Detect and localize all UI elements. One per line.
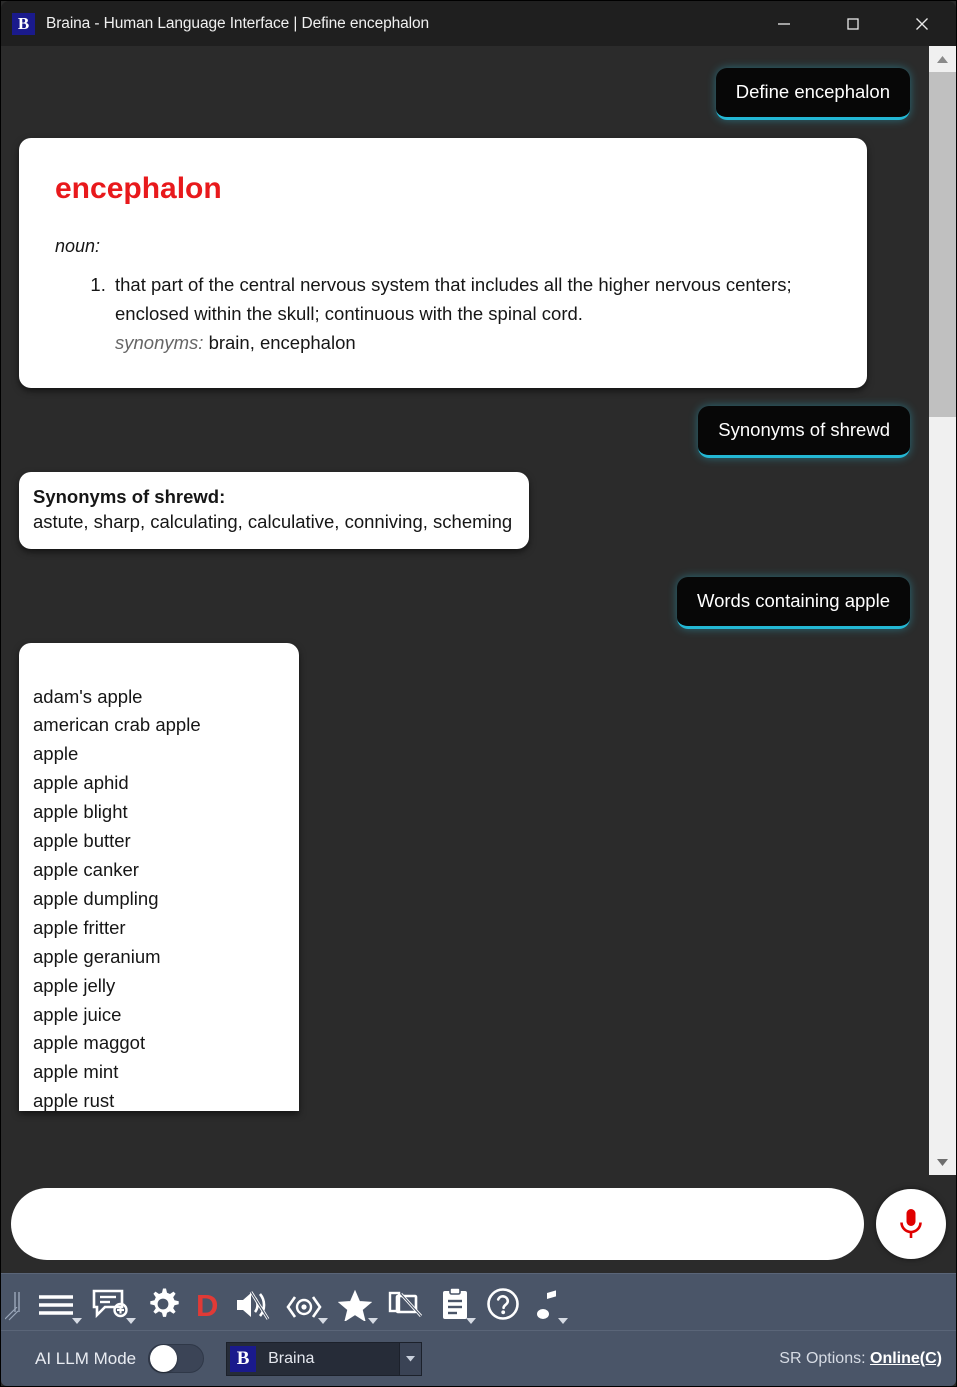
clipboard-icon[interactable]: [432, 1274, 478, 1331]
word-list-item: apple aphid: [33, 772, 129, 794]
llm-mode-toggle[interactable]: [148, 1344, 205, 1373]
user-message-bubble: Synonyms of shrewd: [698, 405, 910, 458]
star-icon[interactable]: [330, 1274, 380, 1331]
model-name-label: Braina: [268, 1349, 315, 1367]
chat-area: Define encephalon encephalon noun: that …: [1, 46, 956, 1175]
message-row-assistant: Synonyms of shrewd: astute, sharp, calcu…: [19, 471, 910, 549]
word-list-item: apple dumpling: [33, 887, 159, 909]
word-list-item: apple canker: [33, 859, 139, 881]
sr-options: SR Options: Online(C): [779, 1350, 942, 1368]
chevron-down-icon[interactable]: [126, 1317, 136, 1325]
synonyms-card-body: astute, sharp, calculating, calculative,…: [33, 510, 513, 532]
synonyms-label: synonyms:: [115, 331, 204, 353]
synonyms-card: Synonyms of shrewd: astute, sharp, calcu…: [19, 471, 530, 549]
chevron-down-icon[interactable]: [72, 1317, 82, 1325]
watch-icon[interactable]: [278, 1274, 330, 1331]
menu-icon[interactable]: [28, 1274, 84, 1331]
definition-list: that part of the central nervous system …: [111, 271, 831, 358]
new-chat-icon[interactable]: [84, 1274, 138, 1331]
chevron-down-icon[interactable]: [368, 1317, 379, 1325]
word-list-item: apple geranium: [33, 945, 161, 967]
word-list-item: american crab apple: [33, 714, 201, 736]
braina-logo-icon: B: [230, 1345, 257, 1372]
minimize-button[interactable]: [749, 1, 818, 46]
chevron-down-icon[interactable]: [466, 1317, 477, 1325]
word-list-item: apple mint: [33, 1061, 119, 1083]
message-row-user: Words containing apple: [19, 576, 910, 629]
word-list-item: apple butter: [33, 830, 131, 852]
scrollbar-up-arrow-icon[interactable]: [929, 46, 957, 72]
synonyms-value: brain, encephalon: [208, 331, 356, 353]
part-of-speech: noun:: [55, 236, 101, 256]
scrollbar-thumb[interactable]: [928, 72, 956, 417]
app-window: B Braina - Human Language Interface | De…: [0, 0, 957, 1387]
title-bar: B Braina - Human Language Interface | De…: [1, 1, 956, 46]
chevron-down-icon[interactable]: [399, 1342, 422, 1375]
status-bar: AI LLM Mode B Braina SR Options: Online(…: [1, 1306, 956, 1386]
close-button[interactable]: [887, 1, 956, 46]
message-row-assistant: adam's apple american crab apple apple appl…: [19, 642, 910, 1111]
message-row-user: Define encephalon: [19, 68, 910, 120]
word-list-item: apple fritter: [33, 916, 126, 938]
microphone-button[interactable]: [876, 1189, 946, 1259]
resize-grip-icon[interactable]: [4, 1306, 19, 1326]
chevron-down-icon[interactable]: [318, 1317, 329, 1325]
user-message-bubble: Define encephalon: [715, 68, 910, 120]
definition-headword: encephalon: [55, 172, 222, 205]
word-list-item: apple juice: [33, 1003, 122, 1025]
word-list: adam's apple american crab apple apple appl…: [33, 683, 299, 1111]
sr-options-link[interactable]: Online(C): [870, 1350, 942, 1367]
scrollbar-track[interactable]: [928, 72, 956, 1149]
help-icon[interactable]: [478, 1274, 528, 1331]
braina-logo-icon: B: [12, 12, 35, 35]
scrollbar-down-arrow-icon[interactable]: [929, 1149, 957, 1175]
chevron-down-icon[interactable]: [558, 1317, 569, 1325]
toolbar: D: [1, 1273, 956, 1330]
message-row-user: Synonyms of shrewd: [19, 405, 910, 458]
screen-off-icon[interactable]: [380, 1274, 432, 1331]
model-dropdown[interactable]: B Braina: [226, 1341, 423, 1376]
word-list-card: adam's apple american crab apple apple appl…: [19, 642, 299, 1111]
word-list-item: adam's apple: [33, 685, 143, 707]
sr-options-label: SR Options:: [779, 1349, 866, 1367]
word-list-item: apple blight: [33, 801, 128, 823]
chat-scrollbar[interactable]: [928, 46, 956, 1175]
message-row-assistant: encephalon noun: that part of the centra…: [19, 138, 910, 388]
dictionary-icon[interactable]: D: [188, 1274, 226, 1331]
synonyms-card-title: Synonyms of shrewd:: [33, 485, 226, 507]
chat-input[interactable]: [11, 1188, 864, 1260]
definition-card: encephalon noun: that part of the centra…: [19, 138, 867, 388]
maximize-button[interactable]: [818, 1, 887, 46]
message-list: Define encephalon encephalon noun: that …: [1, 46, 928, 1175]
word-list-item: apple rust: [33, 1090, 115, 1111]
word-list-item: apple jelly: [33, 974, 116, 996]
definition-text: that part of the central nervous system …: [115, 274, 792, 324]
window-title: Braina - Human Language Interface | Defi…: [46, 14, 430, 32]
word-list-item: apple maggot: [33, 1032, 146, 1054]
toggle-knob: [150, 1345, 178, 1372]
definition-item: that part of the central nervous system …: [111, 271, 831, 358]
word-list-item: apple: [33, 743, 79, 765]
gear-icon[interactable]: [138, 1274, 188, 1331]
input-bar: [1, 1175, 956, 1273]
user-message-bubble: Words containing apple: [676, 576, 910, 629]
llm-mode-label: AI LLM Mode: [35, 1348, 137, 1368]
music-icon[interactable]: [528, 1274, 570, 1331]
window-controls: [749, 1, 956, 46]
mute-icon[interactable]: [226, 1274, 278, 1331]
